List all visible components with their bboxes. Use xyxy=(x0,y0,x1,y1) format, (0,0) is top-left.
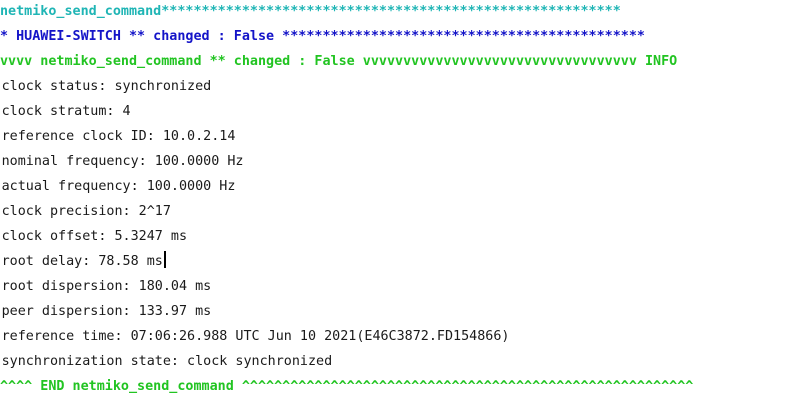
footer-line: ^^^^ END netmiko_send_command ^^^^^^^^^^… xyxy=(0,379,694,394)
output-line-root-delay: root delay: 78.58 ms xyxy=(1,254,163,269)
output-line-clock-stratum: clock stratum: 4 xyxy=(1,104,131,119)
host-header: * HUAWEI-SWITCH ** changed : False *****… xyxy=(0,29,645,44)
output-line-actual-frequency: actual frequency: 100.0000 Hz xyxy=(1,179,236,194)
output-line-reference-time: reference time: 07:06:26.988 UTC Jun 10 … xyxy=(1,329,510,344)
output-line-clock-offset: clock offset: 5.3247 ms xyxy=(1,229,188,244)
output-line-peer-dispersion: peer dispersion: 133.97 ms xyxy=(1,304,212,319)
output-line-synchronization-state: synchronization state: clock synchronize… xyxy=(1,354,333,369)
text-cursor xyxy=(163,251,166,268)
output-line-reference-clock-id: reference clock ID: 10.0.2.14 xyxy=(1,129,236,144)
output-line-nominal-frequency: nominal frequency: 100.0000 Hz xyxy=(1,154,244,169)
task-header: netmiko_send_command********************… xyxy=(0,4,621,19)
output-line-root-delay-row: root delay: 78.58 ms xyxy=(0,249,786,274)
result-header: vvvv netmiko_send_command ** changed : F… xyxy=(0,54,678,69)
output-line-clock-precision: clock precision: 2^17 xyxy=(1,204,171,219)
output-line-root-dispersion: root dispersion: 180.04 ms xyxy=(1,279,212,294)
output-line-clock-status: clock status: synchronized xyxy=(1,79,212,94)
terminal-output[interactable]: netmiko_send_command********************… xyxy=(0,0,786,402)
